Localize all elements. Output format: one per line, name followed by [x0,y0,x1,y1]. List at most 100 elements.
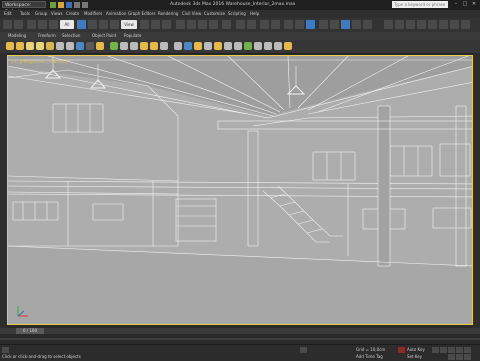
menu-views[interactable]: Views [51,10,63,18]
extra-tool-icon[interactable] [406,20,415,29]
layer-manager-icon[interactable] [260,20,269,29]
bind-space-warp-icon[interactable] [49,20,58,29]
ribbon-tool-icon[interactable] [110,42,118,50]
rendered-frame-icon[interactable] [330,20,339,29]
track-bar[interactable] [0,334,480,344]
tab-freeform[interactable]: Freeform [38,32,56,40]
ribbon-tool-icon[interactable] [234,42,242,50]
scale-icon[interactable] [162,20,171,29]
search-input[interactable]: Type a keyword or phrase [392,1,448,8]
previous-frame-icon[interactable] [440,347,447,353]
tab-modeling[interactable]: Modeling [8,32,26,40]
orbit-icon[interactable] [464,354,471,360]
reference-coordinate-dropdown[interactable]: View [121,20,137,29]
selection-filter-dropdown[interactable]: All [60,20,74,29]
ribbon-tool-icon[interactable] [56,42,64,50]
workspace-dropdown[interactable]: Workspace: Default [2,1,46,15]
extra-tool-icon[interactable] [439,20,448,29]
ribbon-tool-icon[interactable] [264,42,272,50]
open-file-icon[interactable] [58,2,64,8]
add-time-tag[interactable]: Add Time Tag [356,354,383,359]
extra-tool-icon[interactable] [417,20,426,29]
tab-object-paint[interactable]: Object Paint [92,32,116,40]
extra-tool-icon[interactable] [428,20,437,29]
viewport-label[interactable]: [+] [Perspective] [Realistic] [12,59,67,64]
spinner-snap-icon[interactable] [209,20,218,29]
ribbon-tool-icon[interactable] [6,42,14,50]
angle-snap-icon[interactable] [187,20,196,29]
a360-render-icon[interactable] [363,20,372,29]
next-frame-icon[interactable] [456,347,463,353]
ribbon-tool-icon[interactable] [26,42,34,50]
ribbon-tool-icon[interactable] [130,42,138,50]
render-iterative-icon[interactable] [352,20,361,29]
ribbon-tool-icon[interactable] [254,42,262,50]
curve-editor-icon[interactable] [284,20,293,29]
extra-tool-icon[interactable] [450,20,459,29]
render-production-icon[interactable] [341,20,350,29]
menu-customize[interactable]: Customize [204,10,225,18]
ribbon-tool-icon[interactable] [120,42,128,50]
ribbon-tool-icon[interactable] [150,42,158,50]
ribbon-tool-icon[interactable] [36,42,44,50]
extra-tool-icon[interactable] [395,20,404,29]
render-setup-icon[interactable] [319,20,328,29]
ribbon-tool-icon[interactable] [284,42,292,50]
play-icon[interactable] [448,347,455,353]
ribbon-tool-icon[interactable] [274,42,282,50]
mirror-icon[interactable] [236,20,245,29]
ribbon-tool-icon[interactable] [204,42,212,50]
tab-populate[interactable]: Populate [124,32,141,40]
ribbon-tool-icon[interactable] [66,42,74,50]
zoom-icon[interactable] [448,354,455,360]
auto-key-button[interactable] [398,347,405,353]
schematic-view-icon[interactable] [295,20,304,29]
redo-icon[interactable] [82,2,88,8]
pan-icon[interactable] [456,354,463,360]
rotate-icon[interactable] [151,20,160,29]
undo-icon[interactable] [74,2,80,8]
ribbon-tool-icon[interactable] [184,42,192,50]
menu-group[interactable]: Group [35,10,47,18]
ribbon-tool-icon[interactable] [86,42,94,50]
ribbon-tool-icon[interactable] [160,42,168,50]
redo-button-icon[interactable] [14,20,23,29]
perspective-viewport[interactable]: [+] [Perspective] [Realistic] [7,55,473,325]
set-key-label[interactable]: Set Key [407,354,422,359]
move-icon[interactable] [140,20,149,29]
new-scene-icon[interactable] [50,2,56,8]
ribbon-tool-icon[interactable] [244,42,252,50]
ribbon-tool-icon[interactable] [16,42,24,50]
maxscript-listener-icon[interactable] [2,347,9,353]
extra-tool-icon[interactable] [384,20,393,29]
menu-rendering[interactable]: Rendering [158,10,178,18]
select-object-icon[interactable] [77,20,86,29]
auto-key-label[interactable]: Auto Key [407,347,425,352]
undo-button-icon[interactable] [3,20,12,29]
ribbon-tool-icon[interactable] [194,42,202,50]
graphite-toggle-icon[interactable] [271,20,280,29]
save-file-icon[interactable] [66,2,72,8]
percent-snap-icon[interactable] [198,20,207,29]
menu-civil-view[interactable]: Civil View [182,10,201,18]
ribbon-tool-icon[interactable] [140,42,148,50]
menu-graph-editors[interactable]: Graph Editors [128,10,155,18]
ribbon-tool-icon[interactable] [46,42,54,50]
unlink-icon[interactable] [38,20,47,29]
menu-tools[interactable]: Tools [20,10,30,18]
menu-modifiers[interactable]: Modifiers [84,10,102,18]
rectangular-selection-icon[interactable] [99,20,108,29]
maximize-button[interactable]: □ [461,1,469,8]
menu-scripting[interactable]: Scripting [228,10,246,18]
ribbon-tool-icon[interactable] [96,42,104,50]
close-button[interactable]: ✕ [470,1,478,8]
menu-edit[interactable]: Edit [4,10,12,18]
material-editor-icon[interactable] [306,20,315,29]
link-icon[interactable] [27,20,36,29]
tab-selection[interactable]: Selection [62,32,80,40]
extra-tool-icon[interactable] [461,20,470,29]
menu-help[interactable]: Help [250,10,259,18]
select-by-name-icon[interactable] [88,20,97,29]
lock-selection-icon[interactable] [300,347,307,353]
ribbon-tool-icon[interactable] [174,42,182,50]
